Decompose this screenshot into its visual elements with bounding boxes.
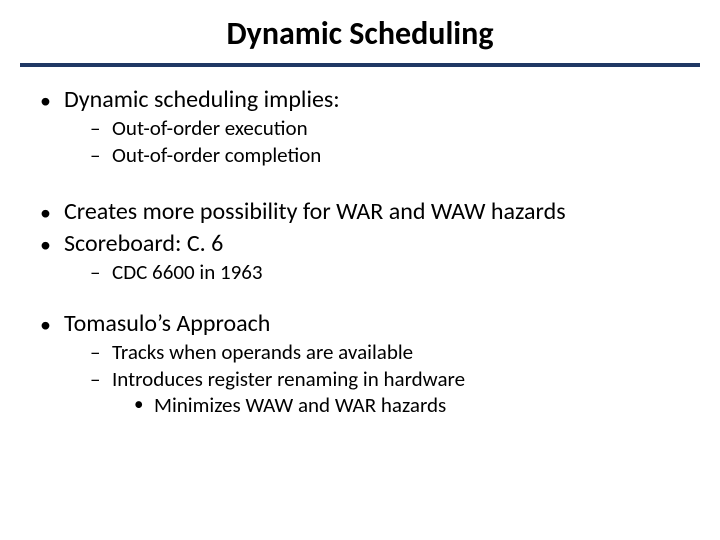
- sub-text: Tracks when operands are available: [112, 339, 413, 365]
- slide: Dynamic Scheduling Dynamic scheduling im…: [0, 0, 720, 540]
- sub-text: Out-of-order completion: [112, 142, 321, 168]
- subsub-item: Minimizes WAW and WAR hazards: [134, 392, 686, 418]
- bullet-text: Tomasulo’s Approach: [64, 309, 270, 338]
- sub-list: CDC 6600 in 1963: [64, 259, 686, 285]
- bullet-item: Dynamic scheduling implies: Out-of-order…: [34, 85, 686, 169]
- subsub-list: Minimizes WAW and WAR hazards: [112, 392, 686, 418]
- bullet-item: Tomasulo’s Approach Tracks when operands…: [34, 309, 686, 419]
- sub-text: Introduces register renaming in hardware: [112, 366, 465, 392]
- bullet-item: Creates more possibility for WAR and WAW…: [34, 197, 686, 227]
- bullet-item: Scoreboard: C. 6 CDC 6600 in 1963: [34, 229, 686, 285]
- sub-item: Out-of-order execution: [90, 115, 686, 141]
- slide-body: Dynamic scheduling implies: Out-of-order…: [0, 85, 720, 419]
- sub-list: Out-of-order execution Out-of-order comp…: [64, 115, 686, 169]
- slide-title: Dynamic Scheduling: [0, 0, 720, 63]
- sub-text: CDC 6600 in 1963: [112, 259, 263, 285]
- bullet-text: Scoreboard: C. 6: [64, 229, 223, 258]
- spacer: [34, 171, 686, 197]
- sub-item: Introduces register renaming in hardware…: [90, 366, 686, 419]
- bullet-text: Creates more possibility for WAR and WAW…: [64, 197, 566, 226]
- title-underline: [20, 63, 700, 67]
- sub-item: Tracks when operands are available: [90, 339, 686, 365]
- sub-item: Out-of-order completion: [90, 142, 686, 168]
- sub-list: Tracks when operands are available Intro…: [64, 339, 686, 419]
- bullet-text: Dynamic scheduling implies:: [64, 85, 340, 114]
- sub-item: CDC 6600 in 1963: [90, 259, 686, 285]
- subsub-text: Minimizes WAW and WAR hazards: [154, 392, 446, 418]
- bullet-list: Dynamic scheduling implies: Out-of-order…: [34, 85, 686, 419]
- spacer: [34, 287, 686, 309]
- sub-text: Out-of-order execution: [112, 115, 308, 141]
